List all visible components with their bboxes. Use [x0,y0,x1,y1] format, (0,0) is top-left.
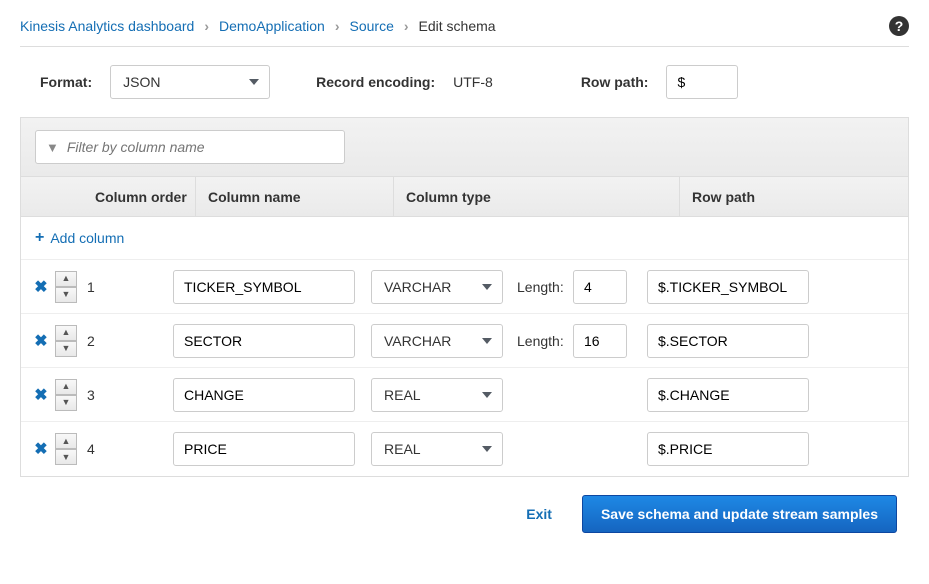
format-select[interactable]: JSON [110,65,270,99]
reorder-control: ▲ ▼ [55,325,77,357]
row-path-input[interactable] [647,378,809,412]
encoding-value: UTF-8 [453,74,493,90]
move-up-button[interactable]: ▲ [55,379,77,395]
column-name-input[interactable] [173,432,355,466]
column-name-input[interactable] [173,270,355,304]
column-type-value: REAL [384,387,421,403]
column-name-input[interactable] [173,378,355,412]
order-value: 4 [77,441,173,457]
chevron-right-icon: › [404,18,409,34]
rowpath-label: Row path: [581,74,649,90]
header-path: Row path [679,177,908,216]
move-up-button[interactable]: ▲ [55,433,77,449]
column-type-select[interactable]: REAL [371,432,503,466]
length-input[interactable] [573,270,627,304]
remove-row-icon[interactable]: ✖ [27,385,55,405]
table-header: Column order Column name Column type Row… [21,177,908,217]
filter-bar: ▼ [21,118,908,177]
order-value: 2 [77,333,173,349]
table-row: ✖ ▲ ▼ 1 VARCHAR Length: [21,260,908,314]
plus-icon: + [35,229,44,247]
column-type-value: VARCHAR [384,333,451,349]
filter-box[interactable]: ▼ [35,130,345,164]
move-up-button[interactable]: ▲ [55,325,77,341]
caret-down-icon [482,446,492,452]
reorder-control: ▲ ▼ [55,379,77,411]
row-path-input[interactable] [647,324,809,358]
row-path-input[interactable] [647,270,809,304]
rowpath-input[interactable] [666,65,738,99]
move-up-button[interactable]: ▲ [55,271,77,287]
order-value: 1 [77,279,173,295]
remove-row-icon[interactable]: ✖ [27,439,55,459]
length-label: Length: [517,333,573,349]
breadcrumb: Kinesis Analytics dashboard › DemoApplic… [20,10,909,47]
schema-panel: ▼ Column order Column name Column type R… [20,117,909,477]
format-value: JSON [123,74,160,90]
filter-icon: ▼ [46,140,59,155]
row-path-input[interactable] [647,432,809,466]
header-order: Column order [91,189,195,205]
help-icon[interactable]: ? [889,16,909,36]
table-row: ✖ ▲ ▼ 4 REAL [21,422,908,476]
exit-link[interactable]: Exit [526,506,552,522]
header-name: Column name [195,177,393,216]
move-down-button[interactable]: ▼ [55,395,77,411]
breadcrumb-link-source[interactable]: Source [350,18,394,34]
remove-row-icon[interactable]: ✖ [27,331,55,351]
length-input[interactable] [573,324,627,358]
caret-down-icon [482,338,492,344]
caret-down-icon [482,284,492,290]
breadcrumb-link-application[interactable]: DemoApplication [219,18,325,34]
save-button[interactable]: Save schema and update stream samples [582,495,897,533]
add-column-link[interactable]: + Add column [35,229,124,247]
filter-input[interactable] [67,139,334,155]
footer: Exit Save schema and update stream sampl… [20,477,909,537]
chevron-right-icon: › [335,18,340,34]
add-column-row: + Add column [21,217,908,260]
column-type-select[interactable]: VARCHAR [371,270,503,304]
column-type-value: VARCHAR [384,279,451,295]
order-value: 3 [77,387,173,403]
header-type: Column type [393,177,679,216]
column-type-select[interactable]: VARCHAR [371,324,503,358]
breadcrumb-current: Edit schema [419,18,496,34]
move-down-button[interactable]: ▼ [55,287,77,303]
reorder-control: ▲ ▼ [55,271,77,303]
column-name-input[interactable] [173,324,355,358]
breadcrumb-link-dashboard[interactable]: Kinesis Analytics dashboard [20,18,194,34]
table-row: ✖ ▲ ▼ 3 REAL [21,368,908,422]
remove-row-icon[interactable]: ✖ [27,277,55,297]
column-type-select[interactable]: REAL [371,378,503,412]
move-down-button[interactable]: ▼ [55,341,77,357]
chevron-right-icon: › [204,18,209,34]
length-label: Length: [517,279,573,295]
format-toolbar: Format: JSON Record encoding: UTF-8 Row … [20,47,909,117]
column-type-value: REAL [384,441,421,457]
format-label: Format: [40,74,92,90]
caret-down-icon [482,392,492,398]
table-row: ✖ ▲ ▼ 2 VARCHAR Length: [21,314,908,368]
add-column-label: Add column [50,230,124,246]
caret-down-icon [249,79,259,85]
reorder-control: ▲ ▼ [55,433,77,465]
move-down-button[interactable]: ▼ [55,449,77,465]
encoding-label: Record encoding: [316,74,435,90]
